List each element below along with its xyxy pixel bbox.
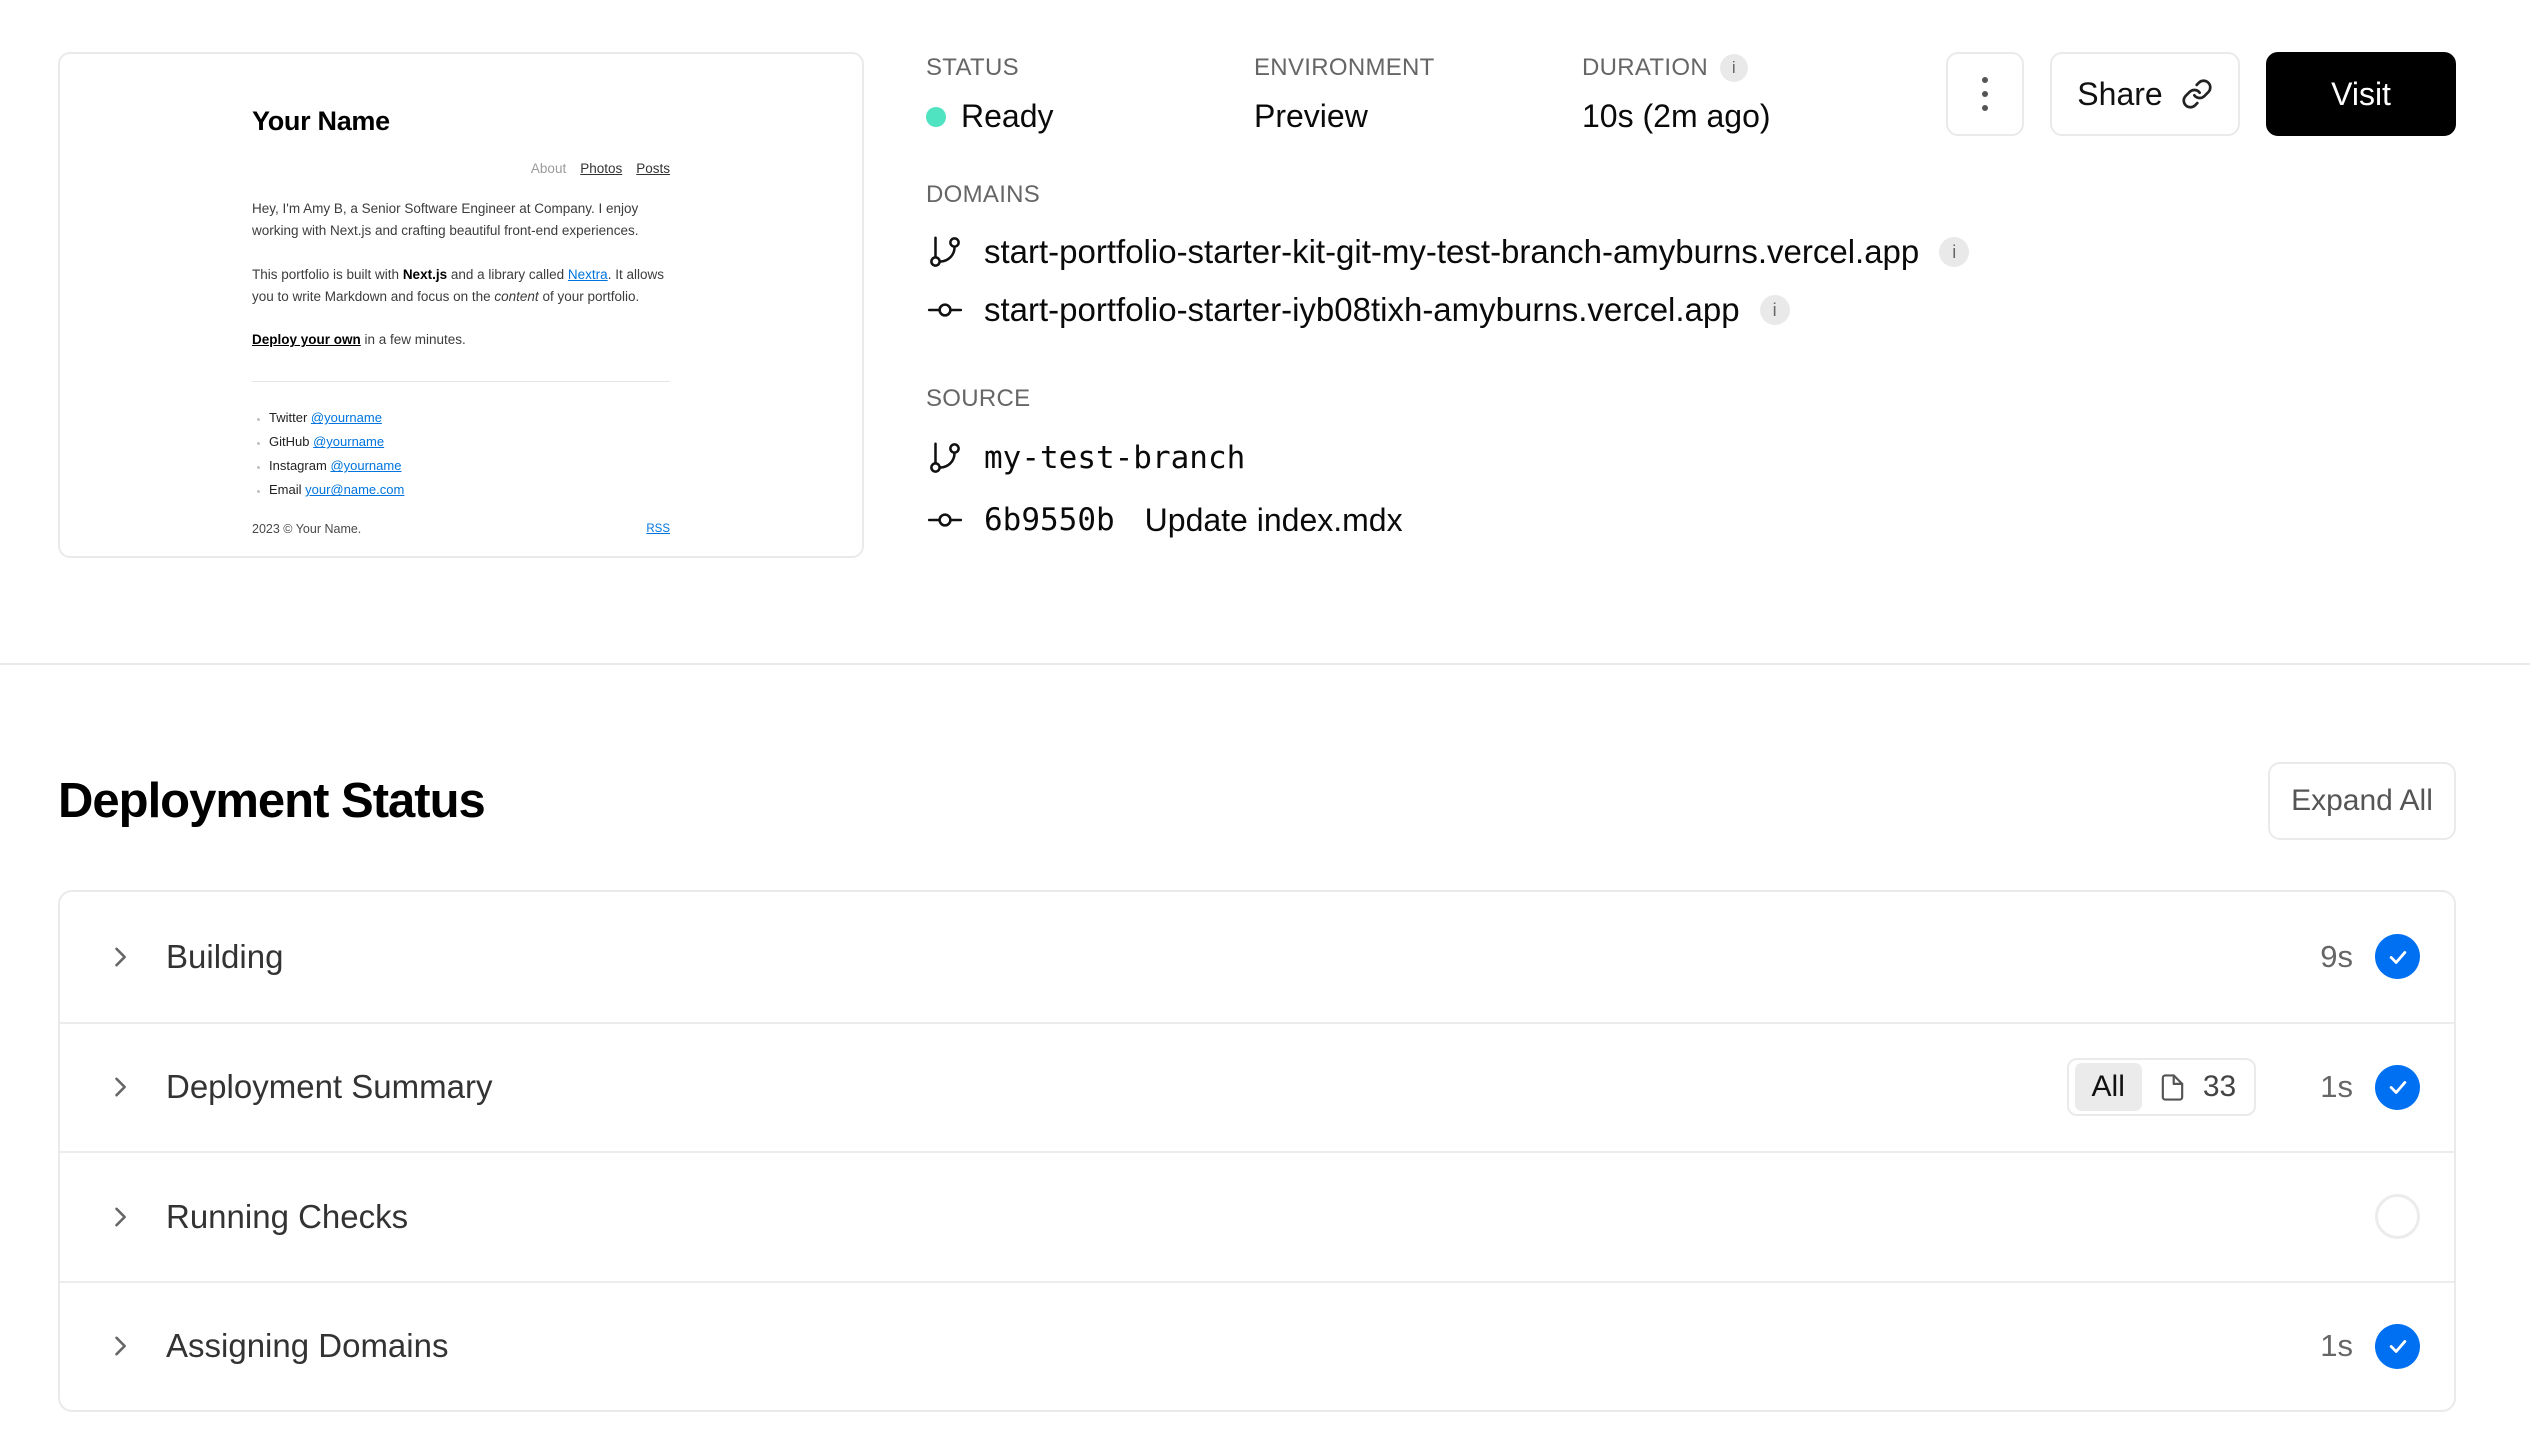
list-item: Twitter @yourname [269, 410, 670, 425]
duration-column: DURATION i 10s (2m ago) [1582, 54, 1771, 135]
deployment-detail-page: Your Name About Photos Posts Hey, I'm Am… [0, 0, 2530, 1456]
duration-value: 10s (2m ago) [1582, 98, 1771, 134]
domain-row: start-portfolio-starter-kit-git-my-test-… [926, 233, 2456, 271]
deployment-preview-thumbnail[interactable]: Your Name About Photos Posts Hey, I'm Am… [58, 52, 864, 558]
source-commit-message: Update index.mdx [1144, 501, 1403, 538]
preview-instagram-link: @yourname [330, 458, 402, 474]
git-commit-icon [926, 501, 964, 539]
deployment-status-card: Building 9s Deployment Summary All 33 1s [58, 890, 2456, 1412]
preview-site: Your Name About Photos Posts Hey, I'm Am… [252, 54, 670, 556]
domain-info-icon[interactable]: i [1939, 237, 1970, 267]
source-branch-row: my-test-branch [926, 439, 2456, 477]
git-commit-icon [926, 291, 964, 329]
share-button[interactable]: Share [2050, 52, 2240, 136]
deployment-status-header: Deployment Status Expand All [58, 756, 2456, 846]
preview-divider [252, 381, 670, 383]
ready-status-dot-icon [926, 106, 946, 127]
status-row-duration: 1s [2320, 1069, 2353, 1105]
duration-info-icon[interactable]: i [1719, 54, 1748, 82]
list-item: Email your@name.com [269, 482, 670, 497]
preview-nav-photos: Photos [580, 161, 623, 176]
preview-github-link: @yourname [313, 434, 385, 450]
status-row-title: Building [166, 937, 284, 975]
domains-label: DOMAINS [926, 181, 1041, 208]
file-count: 33 [2202, 1070, 2237, 1104]
list-item: Instagram @yourname [269, 458, 670, 473]
success-check-icon [2375, 1323, 2420, 1369]
status-row-duration: 1s [2320, 1328, 2353, 1364]
preview-twitter-link: @yourname [310, 410, 382, 426]
status-row-duration: 9s [2320, 938, 2353, 974]
domain-link-deployment[interactable]: start-portfolio-starter-iyb08tixh-amybur… [984, 291, 1740, 329]
chevron-right-icon [106, 943, 134, 971]
preview-nav: About Photos Posts [252, 161, 670, 176]
deployment-overview: Your Name About Photos Posts Hey, I'm Am… [58, 52, 2456, 558]
expand-all-button[interactable]: Expand All [2268, 762, 2456, 840]
preview-email-link: your@name.com [305, 482, 405, 498]
preview-nav-posts: Posts [636, 161, 670, 176]
visit-button[interactable]: Visit [2266, 52, 2456, 136]
preview-social-list: Twitter @yourname GitHub @yourname Insta… [252, 410, 670, 497]
preview-nextra-link: Nextra [567, 266, 608, 282]
file-icon [2158, 1073, 2187, 1102]
status-row-title: Deployment Summary [166, 1068, 493, 1106]
pending-status-icon [2375, 1194, 2420, 1240]
list-item: GitHub @yourname [269, 434, 670, 449]
preview-paragraph-intro: Hey, I'm Amy B, a Senior Software Engine… [252, 201, 639, 238]
preview-site-title: Your Name [252, 106, 390, 136]
deployment-status-title: Deployment Status [58, 774, 486, 828]
status-column: STATUS Ready [926, 54, 1254, 135]
preview-rss-link: RSS [646, 523, 670, 535]
preview-paragraph-about: This portfolio is built with Next.js and… [252, 266, 664, 304]
summary-filter-pill[interactable]: All 33 [2066, 1058, 2257, 1117]
section-divider [0, 663, 2530, 665]
chevron-right-icon [106, 1073, 134, 1101]
status-row-title: Assigning Domains [166, 1327, 449, 1365]
preview-deploy-link: Deploy your own [252, 332, 361, 348]
kebab-menu-icon [1982, 77, 1988, 83]
status-row-deployment-summary[interactable]: Deployment Summary All 33 1s [60, 1021, 2454, 1152]
status-row-building[interactable]: Building 9s [60, 892, 2454, 1022]
duration-label: DURATION i [1582, 54, 1771, 82]
preview-footer: 2023 © Your Name. RSS [252, 522, 670, 536]
success-check-icon [2375, 1064, 2420, 1110]
deployment-actions: Share Visit [1946, 52, 2456, 136]
preview-paragraph-deploy: Deploy your own in a few minutes. [252, 332, 466, 348]
status-row-title: Running Checks [166, 1197, 409, 1235]
domain-info-icon[interactable]: i [1759, 295, 1790, 325]
status-row-running-checks[interactable]: Running Checks [60, 1151, 2454, 1281]
chevron-right-icon [106, 1203, 134, 1231]
environment-column: ENVIRONMENT Preview [1254, 54, 1582, 135]
environment-value: Preview [1254, 98, 1368, 134]
link-icon [2181, 78, 2213, 110]
git-branch-icon [926, 439, 964, 477]
more-options-button[interactable] [1946, 52, 2024, 136]
source-commit-sha[interactable]: 6b9550b [984, 502, 1115, 538]
filter-all-segment[interactable]: All [2074, 1063, 2142, 1112]
preview-nav-about: About [530, 161, 567, 176]
domain-row: start-portfolio-starter-iyb08tixh-amybur… [926, 291, 2456, 329]
success-check-icon [2375, 934, 2420, 980]
environment-label: ENVIRONMENT [1254, 54, 1435, 81]
chevron-right-icon [106, 1332, 134, 1360]
status-value: Ready [926, 98, 1254, 135]
source-branch-name[interactable]: my-test-branch [984, 440, 1245, 476]
status-row-assigning-domains[interactable]: Assigning Domains 1s [60, 1280, 2454, 1411]
git-branch-icon [926, 233, 964, 271]
preview-copyright: 2023 © Your Name. [252, 522, 362, 536]
source-commit-row: 6b9550b Update index.mdx [926, 501, 2456, 539]
domain-link-branch[interactable]: start-portfolio-starter-kit-git-my-test-… [984, 233, 1919, 271]
source-label: SOURCE [926, 385, 1031, 412]
status-label: STATUS [926, 54, 1019, 81]
